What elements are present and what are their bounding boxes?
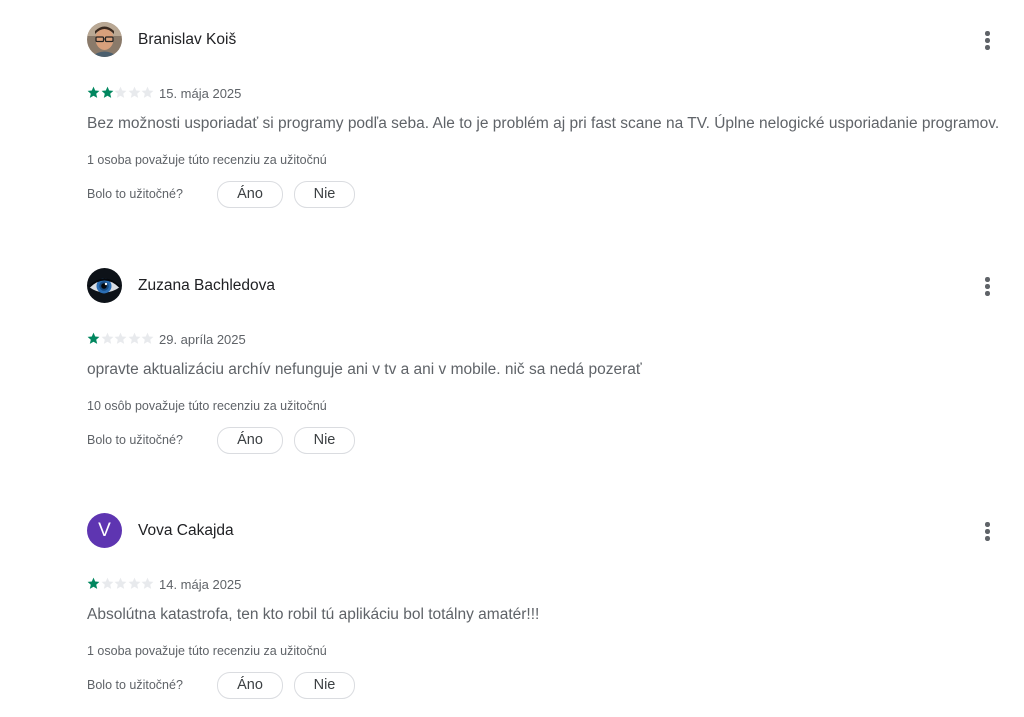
helpful-yes-button[interactable]: Áno <box>217 672 283 699</box>
star-filled-icon <box>87 86 100 98</box>
review-text: Bez možnosti usporiadať si programy podľ… <box>87 115 1000 132</box>
avatar <box>87 268 122 303</box>
helpful-no-button[interactable]: Nie <box>294 181 355 208</box>
star-filled-icon <box>87 332 100 344</box>
star-empty-icon <box>114 332 127 344</box>
helpful-count: 1 osoba považuje túto recenziu za užitoč… <box>87 153 327 167</box>
avatar <box>87 22 122 57</box>
review-date: 29. apríla 2025 <box>159 332 246 347</box>
more-options-icon[interactable] <box>970 269 1004 303</box>
review-date: 14. mája 2025 <box>159 577 242 592</box>
review-date: 15. mája 2025 <box>159 86 242 101</box>
helpful-no-button[interactable]: Nie <box>294 427 355 454</box>
helpful-question: Bolo to užitočné? <box>87 678 183 692</box>
review-card: V Vova Cakajda 14. mája 2025 Absolútna k… <box>0 491 1024 699</box>
star-empty-icon <box>128 577 140 589</box>
author-name: Vova Cakajda <box>138 522 234 539</box>
review-text: opravte aktualizáciu archív nefunguje an… <box>87 361 642 378</box>
helpful-question: Bolo to užitočné? <box>87 433 183 447</box>
avatar-eye-photo-icon <box>87 268 122 303</box>
helpful-yes-button[interactable]: Áno <box>217 427 283 454</box>
avatar-photo-icon <box>87 22 122 57</box>
helpful-count: 10 osôb považuje túto recenziu za užitoč… <box>87 399 327 413</box>
author-name: Zuzana Bachledova <box>138 277 276 294</box>
helpful-no-button[interactable]: Nie <box>294 672 355 699</box>
review-text: Absolútna katastrofa, ten kto robil tú a… <box>87 606 540 623</box>
star-empty-icon <box>128 332 140 344</box>
star-empty-icon <box>101 332 113 344</box>
star-empty-icon <box>141 332 154 344</box>
star-empty-icon <box>114 86 127 98</box>
star-empty-icon <box>101 577 113 589</box>
author-name: Branislav Koiš <box>138 31 237 48</box>
star-empty-icon <box>114 577 127 589</box>
avatar: V <box>87 513 122 548</box>
review-card: Branislav Koiš 15. mája 2025 Bez možnost… <box>0 0 1024 208</box>
more-options-icon[interactable] <box>970 23 1004 57</box>
helpful-question: Bolo to užitočné? <box>87 187 183 201</box>
star-empty-icon <box>141 86 154 98</box>
star-filled-icon <box>101 86 113 98</box>
review-card: Zuzana Bachledova 29. apríla 2025 opravt… <box>0 246 1024 454</box>
helpful-yes-button[interactable]: Áno <box>217 181 283 208</box>
star-empty-icon <box>128 86 140 98</box>
star-rating <box>87 332 155 346</box>
more-options-icon[interactable] <box>970 514 1004 548</box>
star-rating <box>87 577 155 591</box>
helpful-count: 1 osoba považuje túto recenziu za užitoč… <box>87 644 327 658</box>
star-empty-icon <box>141 577 154 589</box>
star-rating <box>87 86 155 100</box>
star-filled-icon <box>87 577 100 589</box>
